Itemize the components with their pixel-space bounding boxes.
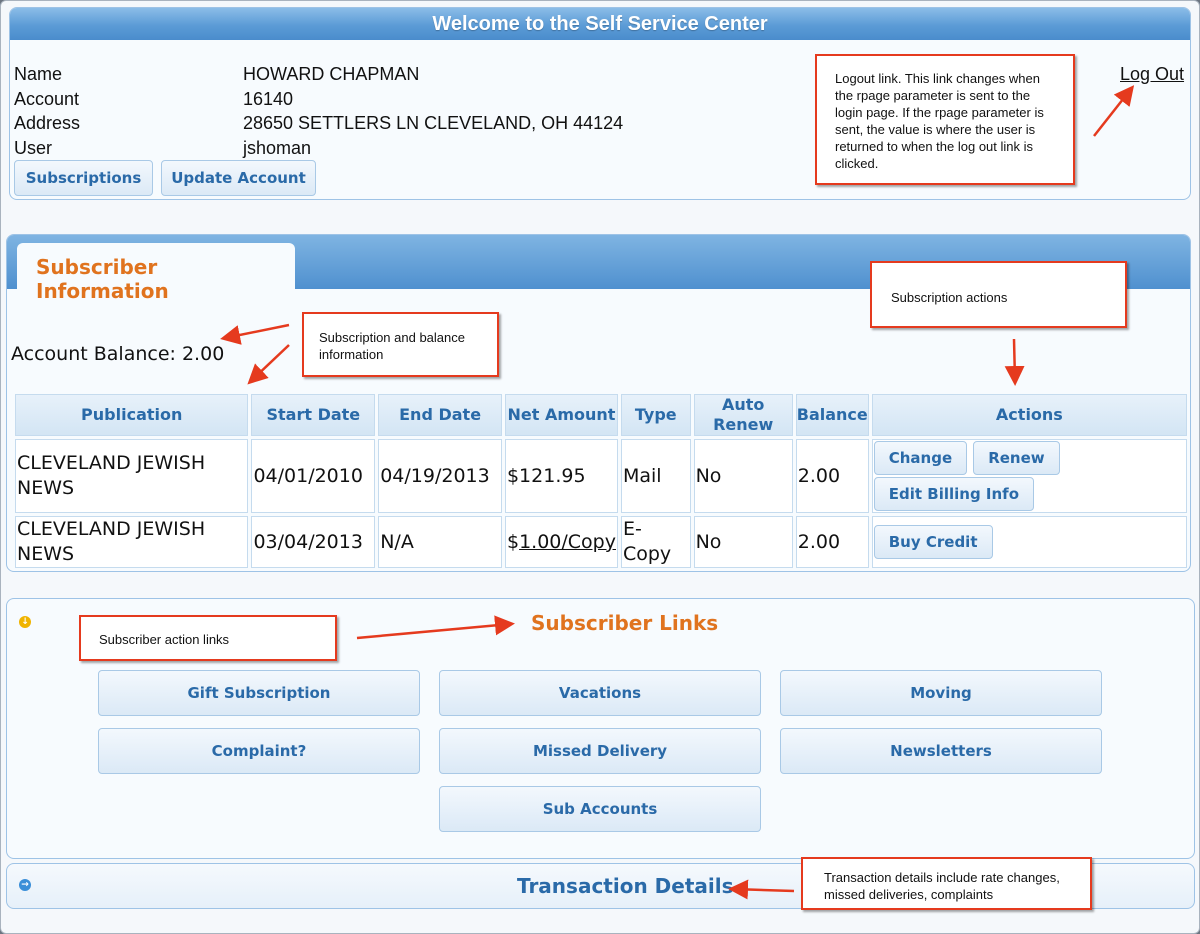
column-header-balance: Balance [795, 394, 869, 436]
publication-cell: CLEVELAND JEWISH NEWS [15, 516, 249, 568]
annotation-links: Subscriber action links [79, 615, 337, 661]
subscriptions-table: Publication Start Date End Date Net Amou… [12, 391, 1190, 571]
missed-delivery-button[interactable]: Missed Delivery [439, 728, 761, 774]
table-row: CLEVELAND JEWISH NEWS 03/04/2013 N/A $1.… [15, 516, 1187, 568]
info-row-account: Account 16140 [14, 87, 623, 112]
buy-credit-button[interactable]: Buy Credit [873, 525, 993, 559]
net-amount-cell: $121.95 [504, 439, 618, 513]
actions-cell: Buy Credit [871, 516, 1187, 568]
balance-cell: 2.00 [795, 439, 869, 513]
start-date-cell: 03/04/2013 [251, 516, 376, 568]
auto-renew-cell: No [693, 516, 793, 568]
moving-button[interactable]: Moving [780, 670, 1102, 716]
account-info: Name HOWARD CHAPMAN Account 16140 Addres… [14, 62, 623, 160]
end-date-cell: 04/19/2013 [378, 439, 502, 513]
column-header-end-date: End Date [378, 394, 502, 436]
column-header-net-amount: Net Amount [504, 394, 618, 436]
log-out-link[interactable]: Log Out [1120, 64, 1184, 85]
actions-cell: Change Renew Edit Billing Info [871, 439, 1187, 513]
address-value: 28650 SETTLERS LN CLEVELAND, OH 44124 [243, 113, 624, 133]
name-label: Name [14, 64, 63, 84]
sub-accounts-button[interactable]: Sub Accounts [439, 786, 761, 832]
vacations-button[interactable]: Vacations [439, 670, 761, 716]
welcome-title: Welcome to the Self Service Center [10, 8, 1190, 40]
type-cell: Mail [620, 439, 691, 513]
edit-billing-info-button[interactable]: Edit Billing Info [873, 477, 1034, 511]
user-label: User [14, 137, 53, 158]
subscriber-links-title: Subscriber Links [531, 611, 719, 635]
header-buttons: Subscriptions Update Account [14, 160, 316, 196]
start-date-cell: 04/01/2010 [251, 439, 376, 513]
expand-right-icon[interactable]: → [19, 879, 31, 891]
balance-cell: 2.00 [795, 516, 869, 568]
column-header-publication: Publication [15, 394, 249, 436]
annotation-balance: Subscription and balance information [302, 312, 499, 377]
annotation-logout: Logout link. This link changes when the … [815, 54, 1075, 185]
transaction-details-title[interactable]: Transaction Details [517, 874, 734, 898]
update-account-button[interactable]: Update Account [161, 160, 316, 196]
auto-renew-cell: No [693, 439, 793, 513]
net-amount-prefix: $ [506, 530, 520, 553]
info-row-name: Name HOWARD CHAPMAN [14, 62, 623, 87]
account-value: 16140 [243, 88, 294, 109]
table-row: CLEVELAND JEWISH NEWS 04/01/2010 04/19/2… [15, 439, 1187, 513]
subscriptions-button[interactable]: Subscriptions [14, 160, 153, 196]
newsletters-button[interactable]: Newsletters [780, 728, 1102, 774]
expand-down-icon[interactable]: ↓ [19, 616, 31, 628]
self-service-page: Welcome to the Self Service Center Name … [0, 0, 1200, 934]
column-header-type: Type [620, 394, 691, 436]
column-header-start-date: Start Date [251, 394, 376, 436]
table-header-row: Publication Start Date End Date Net Amou… [15, 394, 1187, 436]
change-button[interactable]: Change [873, 441, 968, 475]
tab-subscriber-information[interactable]: Subscriber Information [17, 243, 295, 303]
account-balance: Account Balance: 2.00 [11, 343, 225, 365]
column-header-actions: Actions [871, 394, 1187, 436]
user-value: jshoman [243, 137, 312, 158]
account-label: Account [14, 88, 80, 109]
gift-subscription-button[interactable]: Gift Subscription [98, 670, 420, 716]
renew-button[interactable]: Renew [973, 441, 1060, 475]
column-header-auto-renew: Auto Renew [693, 394, 793, 436]
net-amount-cell: $1.00/Copy [504, 516, 618, 568]
complaint-button[interactable]: Complaint? [98, 728, 420, 774]
name-value: HOWARD CHAPMAN [243, 64, 420, 84]
address-label: Address [14, 113, 81, 133]
type-cell: E-Copy [620, 516, 691, 568]
end-date-cell: N/A [378, 516, 502, 568]
info-row-address: Address 28650 SETTLERS LN CLEVELAND, OH … [14, 111, 623, 136]
publication-cell: CLEVELAND JEWISH NEWS [15, 439, 249, 513]
annotation-actions: Subscription actions [870, 261, 1127, 328]
annotation-transactions: Transaction details include rate changes… [801, 857, 1092, 910]
info-row-user: User jshoman [14, 136, 623, 161]
per-copy-rate-link[interactable]: 1.00/Copy [519, 531, 616, 553]
